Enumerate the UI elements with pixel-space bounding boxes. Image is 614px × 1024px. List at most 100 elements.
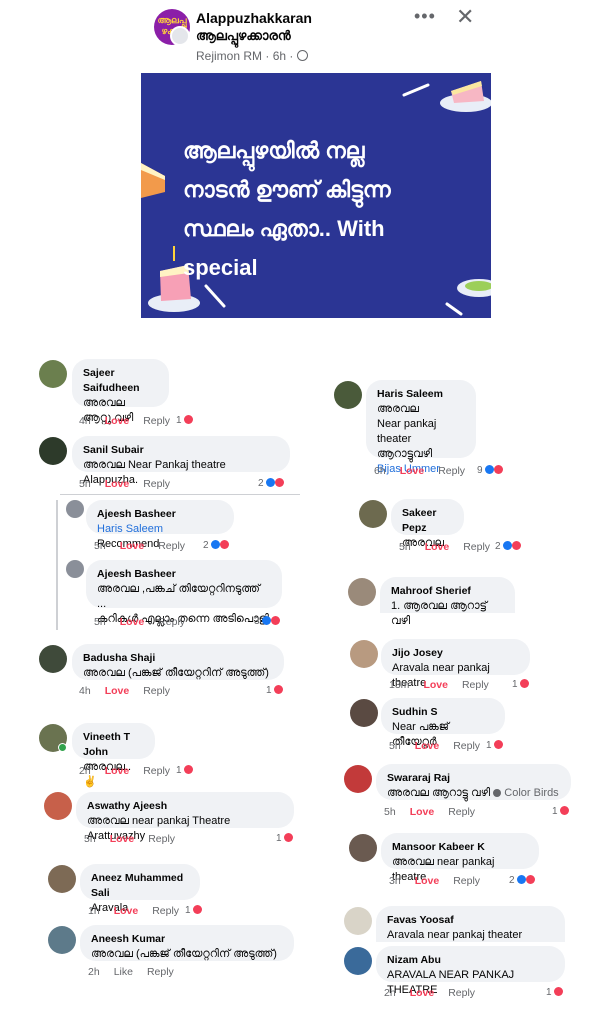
post-image[interactable]: ആലപ്പുഴയിൽ നല്ല നാടൻ ഊണ് കിട്ടുന്ന സ്ഥലം… <box>141 73 491 318</box>
reaction-count[interactable]: 1 <box>546 987 564 998</box>
commenter-name[interactable]: Sudhin S <box>392 705 494 720</box>
reaction-count[interactable]: 2 <box>258 478 285 489</box>
love-button[interactable]: Love <box>423 679 448 691</box>
reply-button[interactable]: Reply <box>438 465 465 477</box>
commenter-name[interactable]: Mansoor Kabeer K <box>392 840 528 855</box>
more-options-icon[interactable]: ••• <box>414 6 436 27</box>
reaction-count[interactable]: 2 <box>509 875 536 886</box>
avatar[interactable] <box>348 578 376 606</box>
love-button[interactable]: Love <box>410 806 435 818</box>
love-button[interactable]: Love <box>400 465 425 477</box>
reply-button[interactable]: Reply <box>143 415 170 427</box>
reply-button[interactable]: Reply <box>453 875 480 887</box>
post-time[interactable]: 6h <box>273 49 286 63</box>
reaction-count[interactable]: 1 <box>486 740 504 751</box>
reply-button[interactable]: Reply <box>143 765 170 777</box>
love-button[interactable]: Love <box>415 875 440 887</box>
reaction-count[interactable]: 1 <box>552 806 570 817</box>
avatar[interactable] <box>66 500 84 518</box>
avatar[interactable] <box>48 926 76 954</box>
reply-thread-line <box>56 500 58 630</box>
comment-actions: 5h Love Reply <box>94 540 186 552</box>
comment-actions: 2h Love Reply <box>384 987 476 999</box>
mention-link[interactable]: Haris Saleem <box>97 523 163 535</box>
avatar[interactable] <box>334 381 362 409</box>
reaction-count[interactable]: 2 <box>203 540 230 551</box>
commenter-name[interactable]: Aswathy Ajeesh <box>87 799 283 814</box>
reply-button[interactable]: Reply <box>463 541 490 553</box>
avatar[interactable] <box>344 907 372 935</box>
avatar[interactable] <box>350 640 378 668</box>
reply-button[interactable]: Reply <box>448 987 475 999</box>
love-button[interactable]: Love <box>120 540 145 552</box>
comment-bubble: Jijo Josey Aravala near pankaj theatre <box>381 639 530 689</box>
avatar[interactable] <box>39 645 67 673</box>
avatar[interactable] <box>349 834 377 862</box>
love-button[interactable]: Love <box>425 541 450 553</box>
love-button[interactable]: Love <box>114 905 139 917</box>
reaction-count[interactable]: 1 <box>512 679 530 690</box>
commenter-name[interactable]: Favas Yoosaf <box>387 913 554 928</box>
reaction-count[interactable]: 9 <box>477 465 504 476</box>
commenter-name[interactable]: Ajeesh Basheer <box>97 567 271 582</box>
commenter-name[interactable]: Vineeth T John <box>83 730 144 760</box>
love-button[interactable]: Love <box>110 833 135 845</box>
reply-button[interactable]: Reply <box>158 616 185 628</box>
reaction-count[interactable]: 3 <box>254 616 281 627</box>
group-badge[interactable]: Color Birds <box>493 787 559 799</box>
reply-button[interactable]: Reply <box>143 478 170 490</box>
avatar[interactable] <box>39 360 67 388</box>
reaction-count[interactable]: 1 <box>276 833 294 844</box>
commenter-name[interactable]: Haris Saleem <box>377 387 465 402</box>
like-button[interactable]: Like <box>114 966 133 978</box>
avatar[interactable] <box>344 947 372 975</box>
commenter-name[interactable]: Badusha Shaji <box>83 651 273 666</box>
reaction-count[interactable]: 1 <box>176 765 194 776</box>
love-button[interactable]: Love <box>415 740 440 752</box>
comment-actions: 5h Love Reply <box>384 806 476 818</box>
reply-button[interactable]: Reply <box>453 740 480 752</box>
love-button[interactable]: Love <box>120 616 145 628</box>
commenter-name[interactable]: Nizam Abu <box>387 953 554 968</box>
commenter-name[interactable]: Swararaj Raj <box>387 771 560 786</box>
commenter-name[interactable]: Jijo Josey <box>392 646 519 661</box>
commenter-name[interactable]: Sakeer Pepz <box>402 506 453 536</box>
commenter-name[interactable]: Aneez Muhammed Sali <box>91 871 189 901</box>
reply-button[interactable]: Reply <box>158 540 185 552</box>
comment-bubble: Aswathy Ajeesh അരവല near pankaj Theatre … <box>76 792 294 842</box>
group-name[interactable]: Alappuzhakkaran <box>196 10 312 26</box>
love-button[interactable]: Love <box>105 685 130 697</box>
commenter-name[interactable]: Sajeer Saifudheen <box>83 366 158 396</box>
author-avatar[interactable] <box>170 26 190 46</box>
reaction-count[interactable]: 2 <box>495 541 522 552</box>
commenter-name[interactable]: Aneesh Kumar <box>91 932 283 947</box>
reply-button[interactable]: Reply <box>448 806 475 818</box>
like-reaction-icon <box>211 540 221 549</box>
avatar[interactable] <box>44 792 72 820</box>
love-button[interactable]: Love <box>105 765 130 777</box>
reply-button[interactable]: Reply <box>462 679 489 691</box>
badge-icon <box>493 789 502 797</box>
reply-button[interactable]: Reply <box>148 833 175 845</box>
reply-button[interactable]: Reply <box>152 905 179 917</box>
avatar[interactable] <box>359 500 387 528</box>
author-name[interactable]: Rejimon RM <box>196 49 262 63</box>
avatar[interactable] <box>39 437 67 465</box>
close-icon[interactable]: ✕ <box>456 4 474 30</box>
avatar[interactable] <box>48 865 76 893</box>
love-button[interactable]: Love <box>105 478 130 490</box>
reaction-count[interactable]: 1 <box>185 905 203 916</box>
love-reaction-icon <box>184 415 194 424</box>
avatar[interactable] <box>344 765 372 793</box>
love-button[interactable]: Love <box>105 415 130 427</box>
reply-button[interactable]: Reply <box>143 685 170 697</box>
commenter-name[interactable]: Mahroof Sherief <box>391 584 504 599</box>
reply-button[interactable]: Reply <box>147 966 174 978</box>
commenter-name[interactable]: Ajeesh Basheer <box>97 507 223 522</box>
avatar[interactable] <box>66 560 84 578</box>
reaction-count[interactable]: 1 <box>176 415 194 426</box>
commenter-name[interactable]: Sanil Subair <box>83 443 279 458</box>
avatar[interactable] <box>350 699 378 727</box>
love-button[interactable]: Love <box>410 987 435 999</box>
reaction-count[interactable]: 1 <box>266 685 284 696</box>
